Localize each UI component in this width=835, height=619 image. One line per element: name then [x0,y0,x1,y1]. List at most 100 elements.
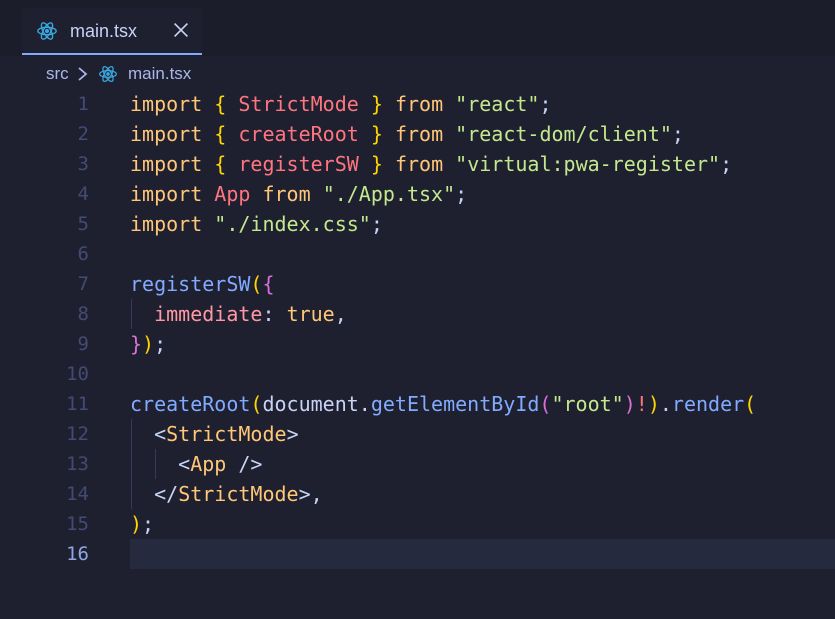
code-token: ! [635,392,648,416]
tab-bar: main.tsx [0,0,835,56]
breadcrumb: src main.tsx [0,56,835,90]
code-line[interactable]: 7 registerSW({ [0,269,835,299]
code-line[interactable]: 6 [0,239,835,269]
code-token: ; [720,152,733,176]
code-text: import { StrictMode } from "react"; [130,89,552,119]
code-text: import { registerSW } from "virtual:pwa-… [130,149,732,179]
code-token: { [262,272,275,296]
code-token: "react-dom/client" [455,122,672,146]
code-line[interactable]: 10 [0,359,835,389]
code-token: ; [142,512,155,536]
code-token: createRoot [238,122,359,146]
code-text: createRoot(document.getElementById("root… [130,389,756,419]
code-token: ; [455,182,468,206]
code-line[interactable]: 3 import { registerSW } from "virtual:pwa… [0,149,835,179]
line-number: 13 [66,453,89,475]
code-token: createRoot [130,392,251,416]
code-token: "./App.tsx" [322,182,456,206]
code-line[interactable]: 12 <StrictMode> [0,419,835,449]
code-text: import { createRoot } from "react-dom/cl… [130,119,684,149]
code-editor[interactable]: 1 import { StrictMode } from "react"; 2 imp… [0,88,835,619]
code-line[interactable]: 16 [0,539,835,569]
code-token: StrictMode [238,92,359,116]
code-line[interactable]: 15); [0,509,835,539]
code-line[interactable]: 1 import { StrictMode } from "react"; [0,89,835,119]
code-token: from [394,152,444,176]
code-token: "react" [455,92,540,116]
indent-guide [131,419,132,509]
code-token: import [130,182,203,206]
react-icon [37,22,57,40]
tab-main-tsx[interactable]: main.tsx [22,8,202,55]
line-number: 11 [66,393,89,415]
code-line[interactable]: 8 immediate: true, [0,299,835,329]
code-line[interactable]: 2 import { createRoot } from "react-dom/c… [0,119,835,149]
code-token: from [394,122,444,146]
code-token: ; [671,122,684,146]
code-token: import [130,212,203,236]
code-line[interactable]: 4 import App from "./App.tsx"; [0,179,835,209]
line-number: 15 [66,513,89,535]
code-token: ) [130,512,143,536]
code-token: { [214,92,227,116]
code-token: "root" [551,392,624,416]
code-token: } [370,122,383,146]
code-token: immediate [154,302,263,326]
line-number: 3 [77,153,89,175]
code-token: App [190,452,227,476]
code-line[interactable]: 14 </StrictMode>, [0,479,835,509]
code-token: ( [250,272,263,296]
line-number: 8 [77,303,89,325]
code-line[interactable]: 11 createRoot(document.getElementById("ro… [0,389,835,419]
code-text: ); [130,509,154,539]
code-token: ( [539,392,552,416]
breadcrumb-folder[interactable]: src [46,64,69,84]
code-token: render [671,392,745,416]
code-token: < [178,452,191,476]
code-token: true [286,302,335,326]
code-token: , [310,482,323,506]
tab-filename: main.tsx [70,21,138,41]
code-text: </StrictMode>, [130,479,323,509]
current-line-highlight [130,539,835,569]
code-line[interactable]: 13 <App /> [0,449,835,479]
code-token: document. [262,392,371,416]
line-number: 4 [77,183,89,205]
code-token: { [214,122,227,146]
code-line[interactable]: 5 import "./index.css"; [0,209,835,239]
code-token: registerSW [130,272,251,296]
code-text: <App /> [130,449,262,479]
code-token: StrictMode [166,422,287,446]
code-token: ; [370,212,383,236]
code-token: : [262,302,287,326]
line-number: 2 [77,123,89,145]
code-token: } [370,92,383,116]
code-line[interactable]: 9}); [0,329,835,359]
line-number: 1 [77,93,89,115]
code-token: } [370,152,383,176]
code-token: getElementById [370,392,540,416]
code-token: from [394,92,444,116]
breadcrumb-file[interactable]: main.tsx [128,64,191,84]
code-token: ) [142,332,155,356]
indent-guide [131,299,132,329]
code-text: }); [130,329,166,359]
close-icon[interactable] [170,19,192,41]
code-token: ) [647,392,660,416]
code-token: , [334,302,347,326]
code-token: { [214,152,227,176]
